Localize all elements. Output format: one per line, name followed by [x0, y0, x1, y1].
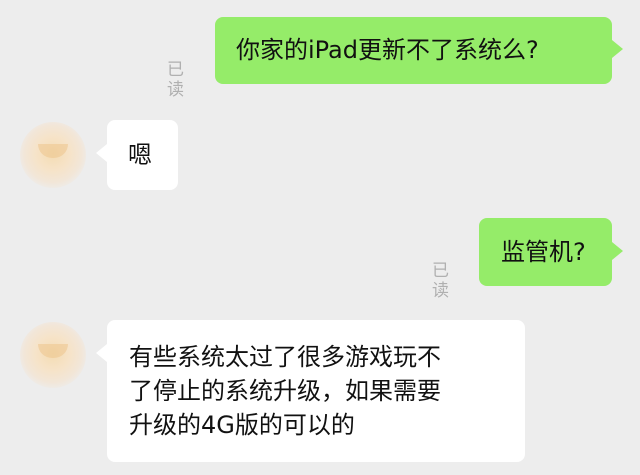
bubble-tail — [612, 40, 623, 58]
message-text: 监管机? — [501, 238, 586, 266]
read-status: 已读 — [167, 60, 184, 100]
message-text-line: 了停止的系统升级，如果需要 — [129, 377, 441, 405]
message-text-line: 升级的4G版的可以的 — [129, 411, 355, 439]
message-bubble[interactable]: 监管机? — [479, 218, 612, 286]
message-text-line: 有些系统太过了很多游戏玩不 — [129, 343, 441, 371]
read-status: 已读 — [432, 261, 449, 301]
message-bubble[interactable]: 嗯 — [107, 120, 178, 190]
contact-avatar[interactable] — [20, 322, 86, 388]
message-text: 你家的iPad更新不了系统么? — [236, 36, 539, 64]
message-bubble[interactable]: 有些系统太过了很多游戏玩不 了停止的系统升级，如果需要 升级的4G版的可以的 — [107, 320, 525, 462]
bubble-tail — [612, 242, 623, 260]
contact-avatar[interactable] — [20, 122, 86, 188]
message-bubble[interactable]: 你家的iPad更新不了系统么? — [215, 17, 612, 84]
chat-view: 已读 你家的iPad更新不了系统么? 嗯 已读 监管机? 有些系统太过了很多游戏… — [0, 0, 640, 475]
bubble-tail — [96, 144, 107, 162]
message-text: 嗯 — [128, 141, 152, 169]
bubble-tail — [96, 344, 107, 362]
